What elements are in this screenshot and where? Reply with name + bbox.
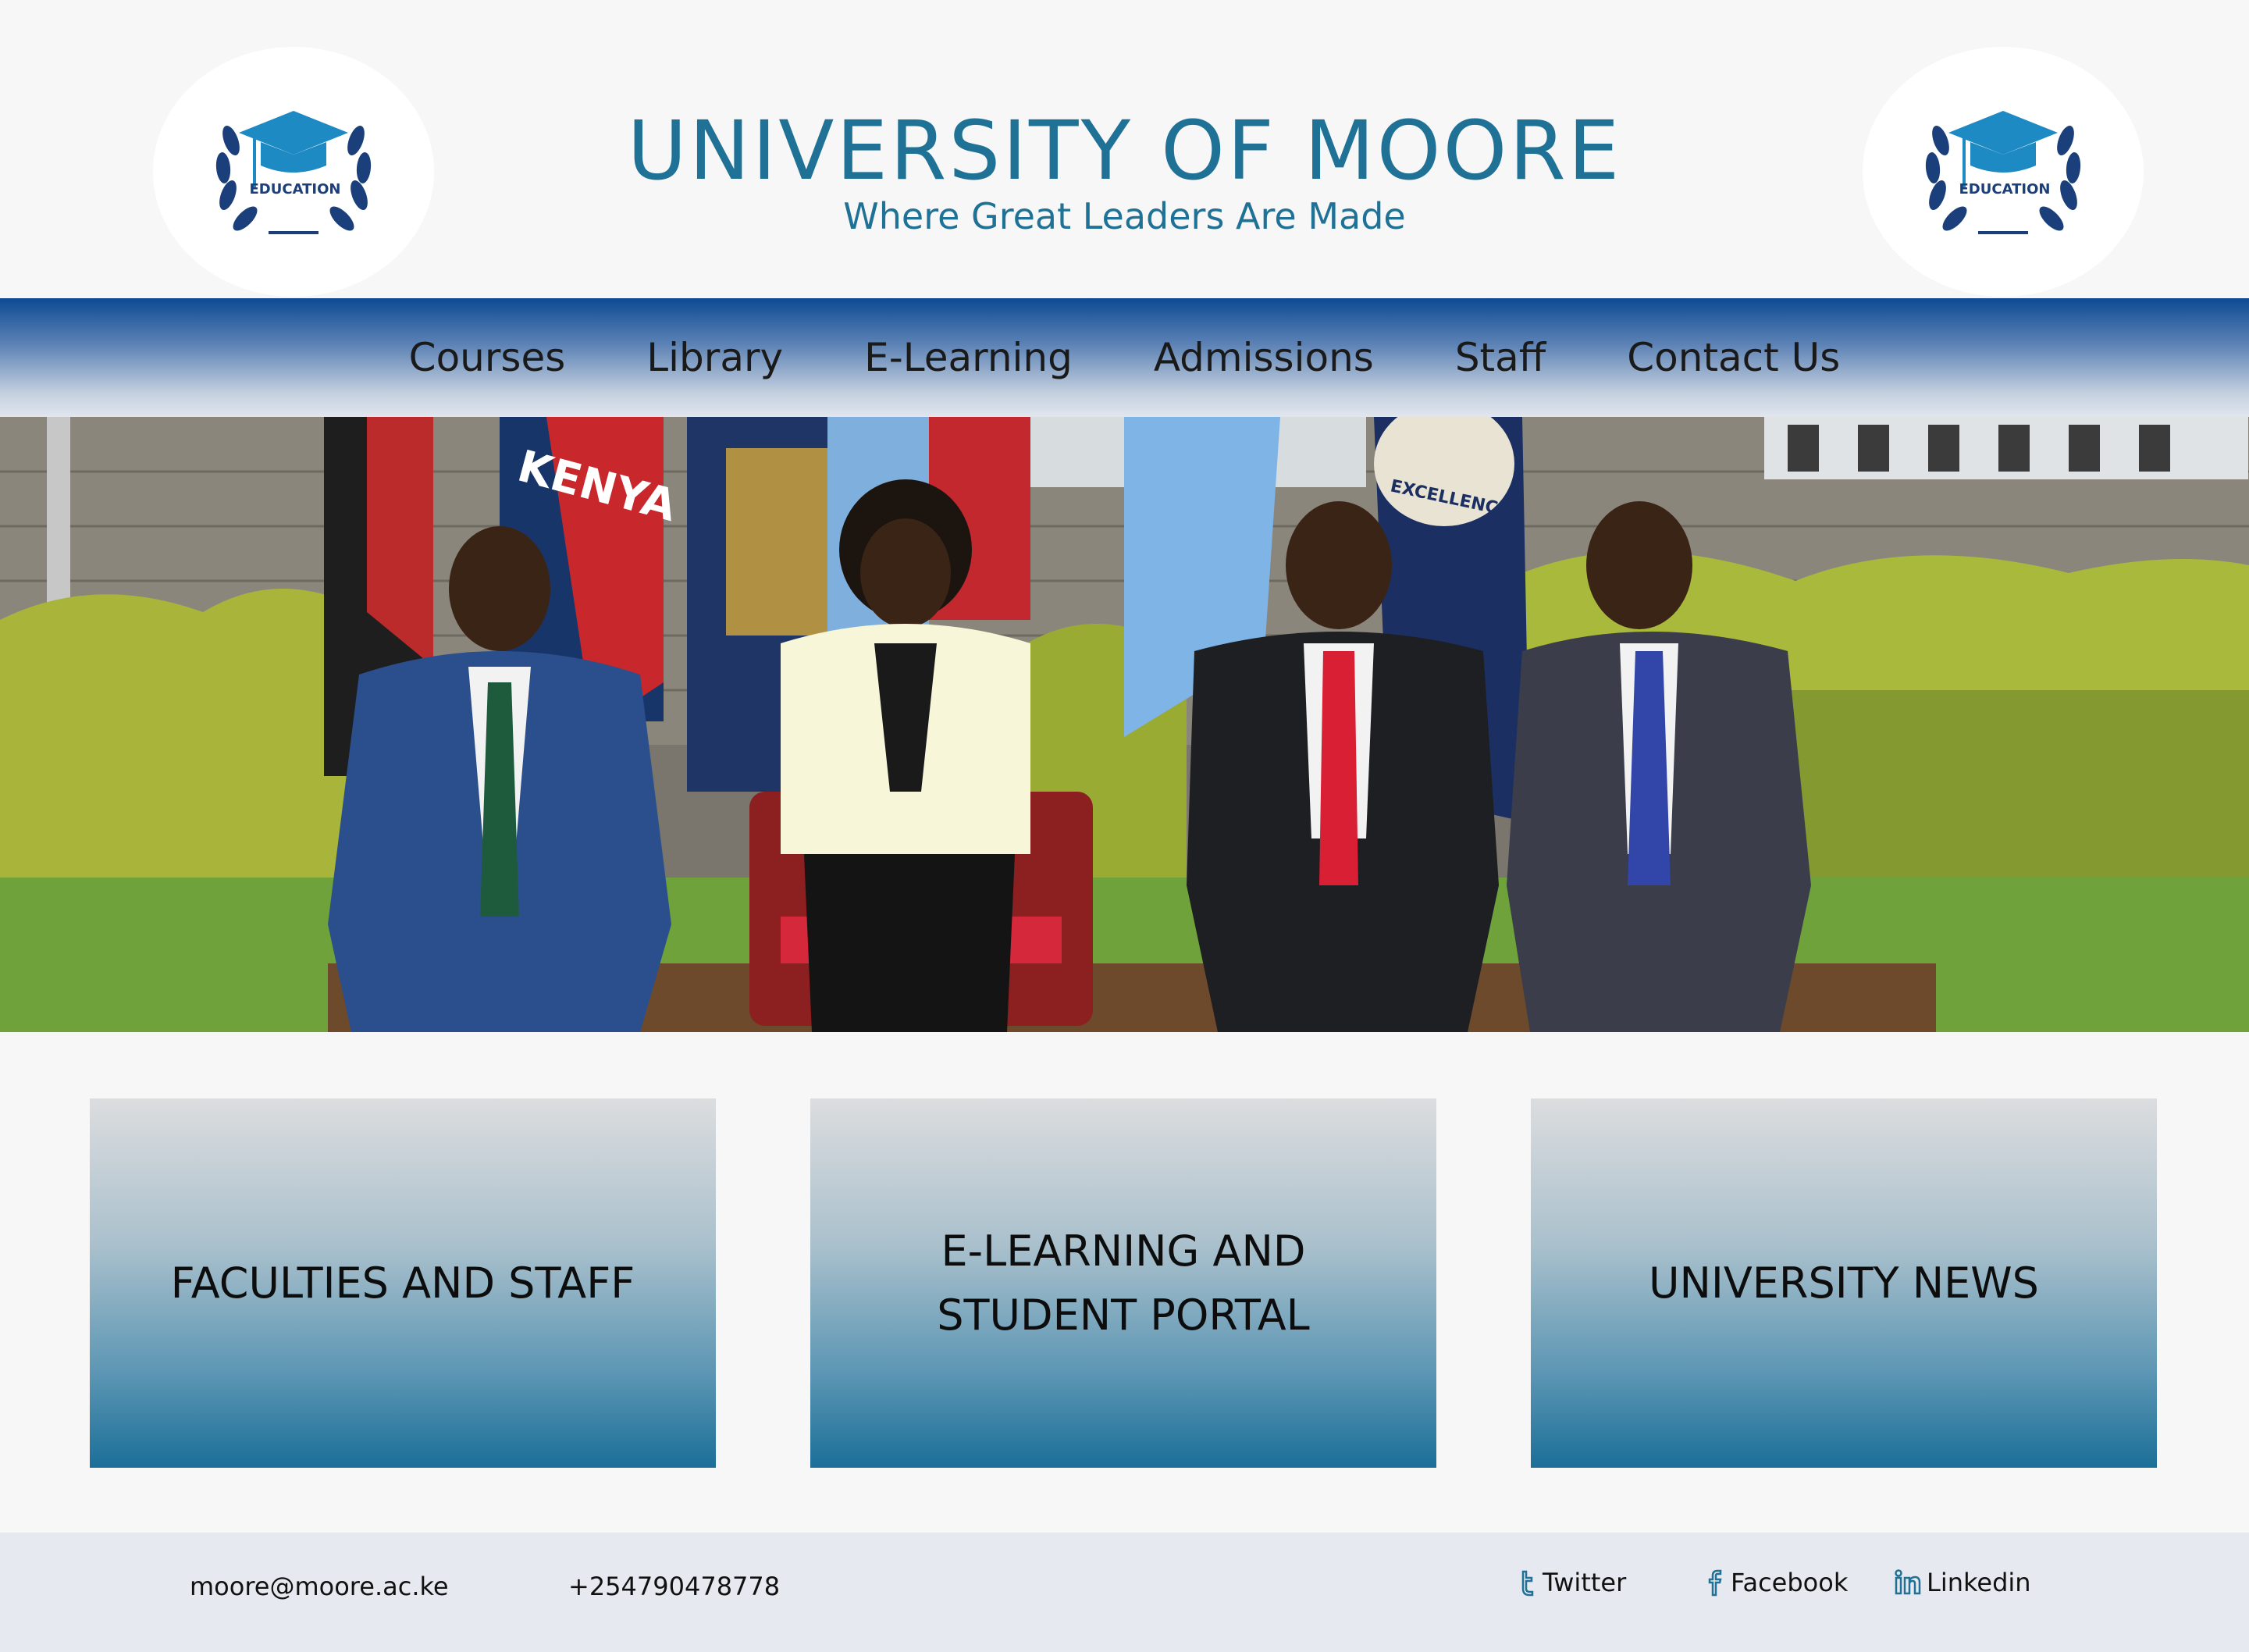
footer-link-label: Facebook (1731, 1568, 1849, 1597)
site-header: EDUCATION UNIVERSITY OF MOORE Where Grea… (0, 0, 2249, 298)
university-logo-right[interactable]: EDUCATION (1863, 47, 2144, 297)
twitter-icon (1521, 1570, 1534, 1597)
facebook-icon (1708, 1569, 1722, 1597)
card-university-news[interactable]: UNIVERSITY NEWS (1531, 1098, 2157, 1468)
card-e-learning-student-portal[interactable]: E-LEARNING AND STUDENT PORTAL (810, 1098, 1436, 1468)
card-faculties-and-staff[interactable]: FACULTIES AND STAFF (90, 1098, 716, 1468)
footer-link-label: Twitter (1543, 1568, 1627, 1597)
card-label: UNIVERSITY NEWS (1649, 1258, 2039, 1308)
nav-item-library[interactable]: Library (646, 335, 783, 380)
hero-photo: KENYA EXCELLENCE (0, 417, 2249, 1032)
footer-link-linkedin[interactable]: Linkedin (1894, 1568, 2031, 1597)
footer-phone[interactable]: +254790478778 (568, 1572, 780, 1601)
footer-link-twitter[interactable]: Twitter (1516, 1568, 1626, 1597)
graduation-cap-laurel-icon: EDUCATION (1925, 111, 2081, 234)
nav-item-staff[interactable]: Staff (1455, 335, 1546, 380)
nav-item-contact-us[interactable]: Contact Us (1627, 335, 1840, 380)
card-label: E-LEARNING AND STUDENT PORTAL (937, 1226, 1310, 1340)
footer-email[interactable]: moore@moore.ac.ke (190, 1572, 449, 1601)
site-footer: moore@moore.ac.ke +254790478778 Twitter … (0, 1533, 2249, 1652)
nav-item-admissions[interactable]: Admissions (1154, 335, 1374, 380)
footer-link-facebook[interactable]: Facebook (1704, 1568, 1848, 1597)
card-label: FACULTIES AND STAFF (170, 1258, 635, 1308)
hero-image: KENYA EXCELLENCE (0, 417, 2249, 1032)
logo-text: EDUCATION (1959, 181, 2051, 198)
footer-link-label: Linkedin (1927, 1568, 2031, 1597)
nav-item-courses[interactable]: Courses (409, 335, 566, 380)
nav-item-e-learning[interactable]: E-Learning (864, 335, 1073, 380)
linkedin-icon (1895, 1569, 1921, 1595)
main-nav: Courses Library E-Learning Admissions St… (0, 298, 2249, 417)
